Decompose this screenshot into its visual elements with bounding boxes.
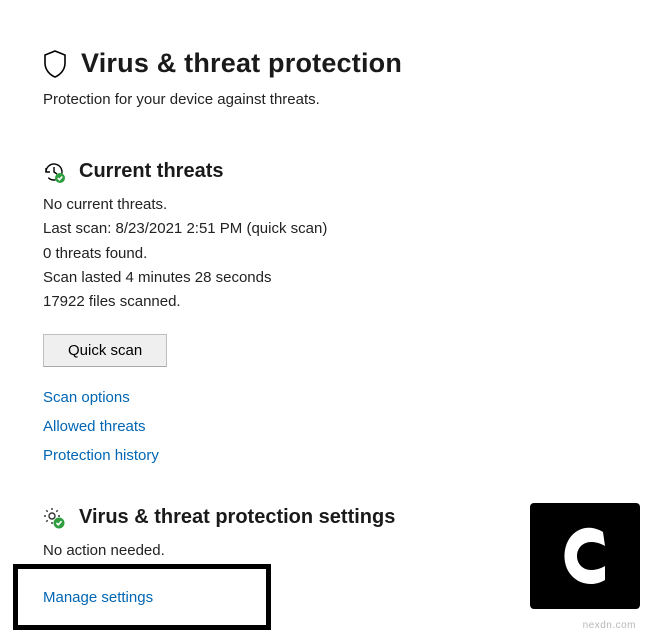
page-title: Virus & threat protection [81, 48, 402, 79]
last-scan-text: Last scan: 8/23/2021 2:51 PM (quick scan… [43, 219, 646, 239]
settings-heading: Virus & threat protection settings [79, 506, 395, 529]
c-logo-icon [553, 520, 617, 592]
shield-icon [43, 50, 67, 78]
page-header: Virus & threat protection [43, 48, 646, 79]
current-threats-heading: Current threats [79, 160, 223, 183]
scan-duration-text: Scan lasted 4 minutes 28 seconds [43, 268, 646, 288]
threats-found-text: 0 threats found. [43, 244, 646, 264]
quick-scan-button[interactable]: Quick scan [43, 334, 167, 367]
logo-badge [530, 503, 640, 609]
files-scanned-text: 17922 files scanned. [43, 292, 646, 312]
watermark: nexdn.com [583, 620, 636, 631]
no-threats-text: No current threats. [43, 195, 646, 215]
gear-check-icon [43, 507, 65, 529]
current-threats-header: Current threats [43, 160, 646, 183]
protection-history-link[interactable]: Protection history [43, 447, 159, 464]
manage-settings-link[interactable]: Manage settings [43, 589, 153, 606]
scan-options-link[interactable]: Scan options [43, 389, 130, 406]
allowed-threats-link[interactable]: Allowed threats [43, 418, 146, 435]
manage-settings-highlight: Manage settings [13, 564, 271, 630]
history-check-icon [43, 161, 65, 183]
page-subtitle: Protection for your device against threa… [43, 91, 646, 108]
